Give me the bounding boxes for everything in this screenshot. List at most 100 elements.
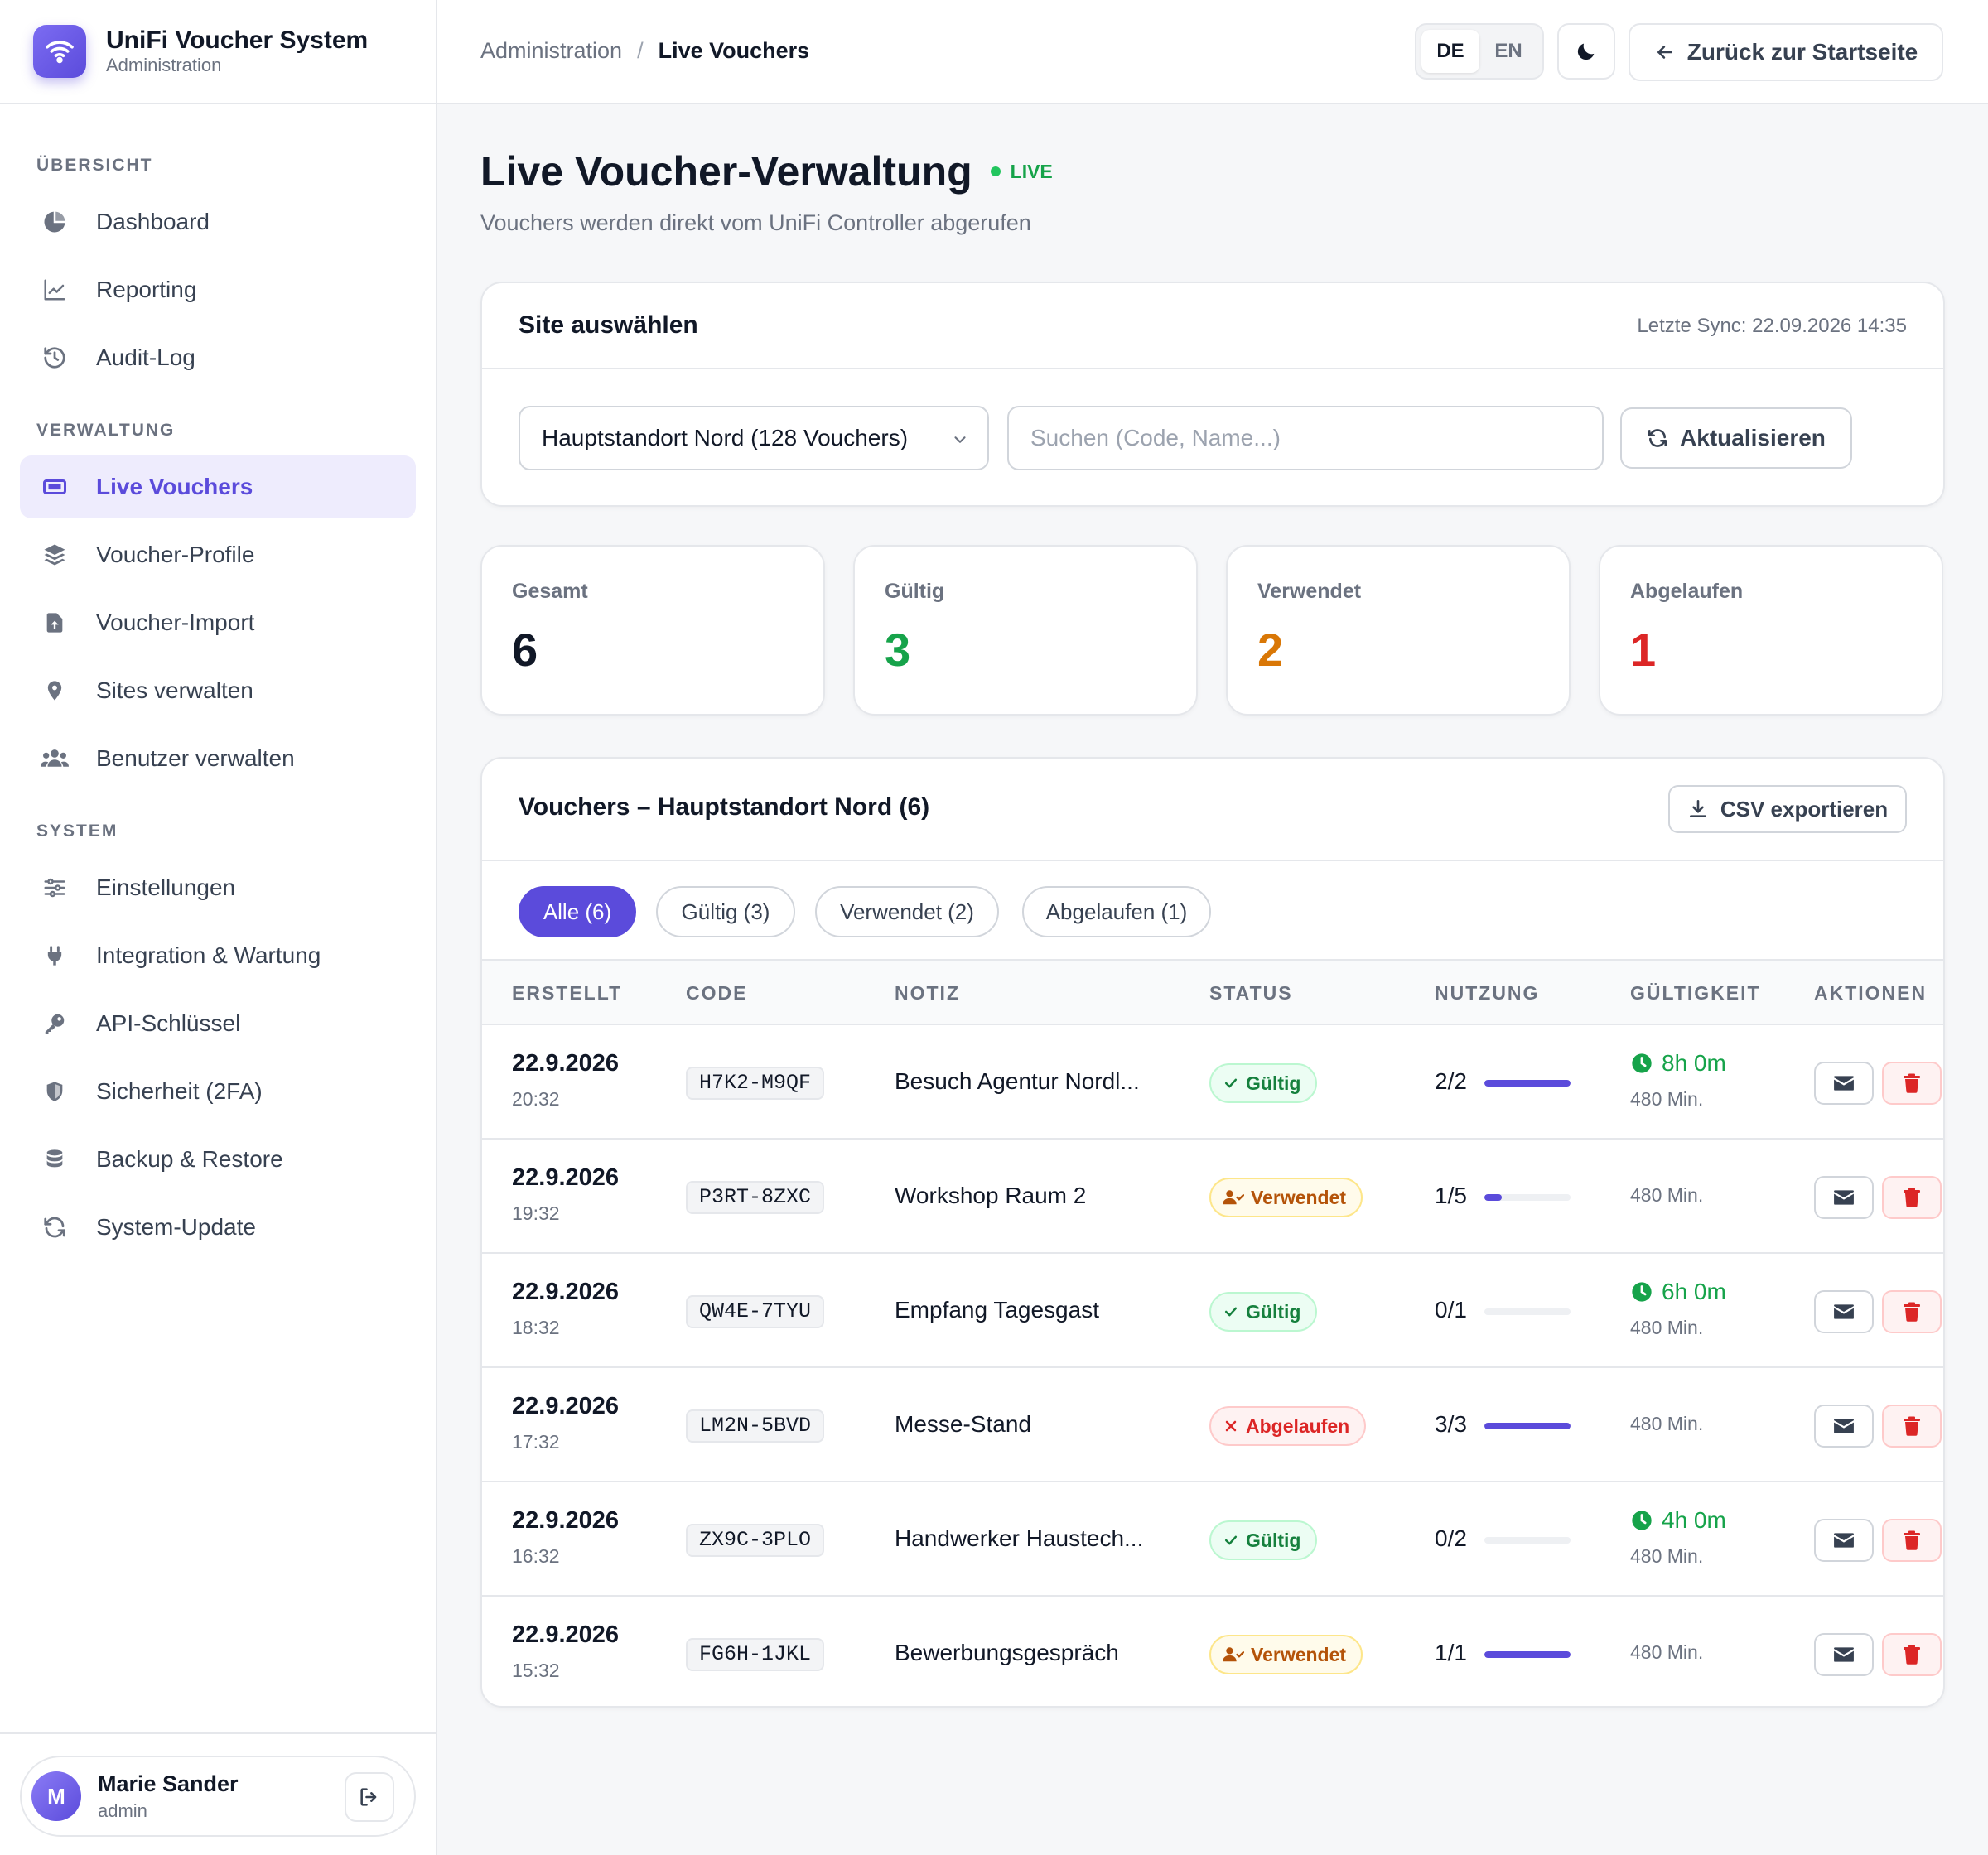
usage-bar-fill	[1484, 1423, 1571, 1429]
sidebar-item-backup[interactable]: Backup & Restore	[20, 1128, 416, 1191]
live-label: LIVE	[1010, 160, 1053, 182]
delete-button[interactable]	[1882, 1290, 1942, 1333]
send-email-button[interactable]	[1814, 1404, 1874, 1448]
send-email-button[interactable]	[1814, 1062, 1874, 1105]
voucher-note: Besuch Agentur Nordl...	[895, 1068, 1140, 1094]
theme-toggle-button[interactable]	[1557, 23, 1615, 80]
brand[interactable]: UniFi Voucher System Administration	[0, 0, 436, 104]
mail-icon	[1834, 1533, 1854, 1548]
live-badge: LIVE	[990, 160, 1053, 183]
voucher-code[interactable]: H7K2-M9QF	[686, 1067, 825, 1100]
lang-de-button[interactable]: DE	[1421, 30, 1479, 73]
usage-bar	[1484, 1537, 1571, 1544]
usage-bar	[1484, 1080, 1571, 1086]
validity-minutes: 480 Min.	[1630, 1545, 1704, 1567]
usage-count: 0/1	[1435, 1297, 1467, 1323]
sidebar-item-integration[interactable]: Integration & Wartung	[20, 924, 416, 987]
voucher-code[interactable]: LM2N-5BVD	[686, 1409, 825, 1443]
table-row: 22.9.2026 20:32 H7K2-M9QF Besuch Agentur No…	[482, 1025, 1943, 1140]
breadcrumb-parent[interactable]: Administration	[480, 38, 622, 64]
send-email-button[interactable]	[1814, 1519, 1874, 1562]
delete-button[interactable]	[1882, 1404, 1942, 1448]
users-icon	[40, 744, 70, 773]
filter-used[interactable]: Verwendet (2)	[815, 886, 999, 937]
column-header-note[interactable]: NOTIZ	[895, 982, 960, 1005]
stat-label: Verwendet	[1257, 580, 1362, 603]
created-time: 19:32	[512, 1202, 560, 1224]
send-email-button[interactable]	[1814, 1633, 1874, 1676]
trash-icon	[1904, 1530, 1920, 1550]
layers-icon	[40, 540, 70, 570]
sidebar-item-voucher-profile[interactable]: Voucher-Profile	[20, 523, 416, 586]
lang-en-button[interactable]: EN	[1479, 30, 1537, 73]
delete-button[interactable]	[1882, 1519, 1942, 1562]
usage-count: 1/5	[1435, 1183, 1467, 1208]
column-header-created[interactable]: ERSTELLT	[512, 982, 622, 1005]
user-card[interactable]: M Marie Sander admin	[20, 1756, 416, 1837]
brand-subtitle: Administration	[106, 55, 222, 75]
remaining-time: 6h 0m	[1630, 1279, 1726, 1305]
chevron-down-icon	[954, 436, 966, 443]
trash-icon	[1904, 1302, 1920, 1322]
usage-count: 1/1	[1435, 1640, 1467, 1665]
sidebar-item-dashboard[interactable]: Dashboard	[20, 190, 416, 253]
usage-bar-fill	[1484, 1194, 1502, 1201]
column-header-validity[interactable]: GÜLTIGKEIT	[1630, 982, 1761, 1005]
sidebar-item-api-keys[interactable]: API-Schlüssel	[20, 992, 416, 1055]
stat-value: 6	[512, 624, 538, 676]
column-header-status[interactable]: STATUS	[1209, 982, 1293, 1005]
sidebar-item-voucher-import[interactable]: Voucher-Import	[20, 591, 416, 654]
sidebar-item-security[interactable]: Sicherheit (2FA)	[20, 1060, 416, 1123]
logout-button[interactable]	[345, 1772, 394, 1822]
sidebar-item-audit-log[interactable]: Audit-Log	[20, 326, 416, 389]
sidebar-item-sites[interactable]: Sites verwalten	[20, 659, 416, 722]
clock-icon	[1632, 1510, 1652, 1530]
refresh-button[interactable]: Aktualisieren	[1620, 407, 1852, 469]
table-body: 22.9.2026 20:32 H7K2-M9QF Besuch Agentur No…	[482, 1025, 1943, 1706]
table-header: ERSTELLT CODE NOTIZ STATUS NUTZUNG GÜLTI…	[482, 961, 1943, 1025]
last-sync: Letzte Sync: 22.09.2026 14:35	[1637, 315, 1907, 337]
filter-all[interactable]: Alle (6)	[519, 886, 636, 937]
search-input[interactable]	[1007, 406, 1604, 470]
live-dot-icon	[990, 166, 1001, 176]
sidebar-item-users[interactable]: Benutzer verwalten	[20, 727, 416, 790]
back-to-home-button[interactable]: Zurück zur Startseite	[1629, 23, 1943, 81]
voucher-code[interactable]: QW4E-7TYU	[686, 1295, 825, 1328]
status-badge: Gültig	[1209, 1292, 1318, 1332]
x-icon	[1225, 1420, 1237, 1432]
column-header-usage[interactable]: NUTZUNG	[1435, 982, 1539, 1005]
filter-valid[interactable]: Gültig (3)	[656, 886, 795, 937]
back-label: Zurück zur Startseite	[1686, 39, 1918, 65]
delete-button[interactable]	[1882, 1633, 1942, 1676]
filter-row: Alle (6) Gültig (3) Verwendet (2) Abgela…	[482, 861, 1943, 961]
voucher-code[interactable]: P3RT-8ZXC	[686, 1181, 825, 1214]
sidebar-item-reporting[interactable]: Reporting	[20, 258, 416, 321]
sidebar-item-label: Live Vouchers	[96, 474, 253, 499]
column-header-code[interactable]: CODE	[686, 982, 747, 1005]
csv-export-button[interactable]: CSV exportieren	[1668, 785, 1907, 833]
voucher-code[interactable]: ZX9C-3PLO	[686, 1524, 825, 1557]
status-label: Abgelaufen	[1246, 1414, 1350, 1437]
filter-expired[interactable]: Abgelaufen (1)	[1022, 886, 1211, 937]
send-email-button[interactable]	[1814, 1290, 1874, 1333]
sidebar-item-system-update[interactable]: System-Update	[20, 1196, 416, 1259]
send-email-button[interactable]	[1814, 1176, 1874, 1219]
stat-label: Gesamt	[512, 580, 588, 603]
usage-bar	[1484, 1308, 1571, 1315]
sidebar-item-settings[interactable]: Einstellungen	[20, 856, 416, 919]
site-select[interactable]: Hauptstandort Nord (128 Vouchers)	[519, 406, 989, 470]
sidebar-item-live-vouchers[interactable]: Live Vouchers	[20, 455, 416, 518]
breadcrumb: Administration / Live Vouchers	[480, 38, 809, 64]
validity-minutes: 480 Min.	[1630, 1413, 1704, 1434]
user-area: M Marie Sander admin	[0, 1732, 437, 1855]
stat-label: Gültig	[885, 580, 945, 603]
remaining-label: 6h 0m	[1662, 1279, 1726, 1304]
delete-button[interactable]	[1882, 1176, 1942, 1219]
page-subtitle: Vouchers werden direkt vom UniFi Control…	[480, 210, 1031, 235]
remaining-time: 8h 0m	[1630, 1050, 1726, 1077]
voucher-code[interactable]: FG6H-1JKL	[686, 1638, 825, 1671]
status-label: Gültig	[1246, 1300, 1301, 1323]
voucher-note: Workshop Raum 2	[895, 1183, 1087, 1208]
validity-minutes: 480 Min.	[1630, 1184, 1704, 1206]
delete-button[interactable]	[1882, 1062, 1942, 1105]
